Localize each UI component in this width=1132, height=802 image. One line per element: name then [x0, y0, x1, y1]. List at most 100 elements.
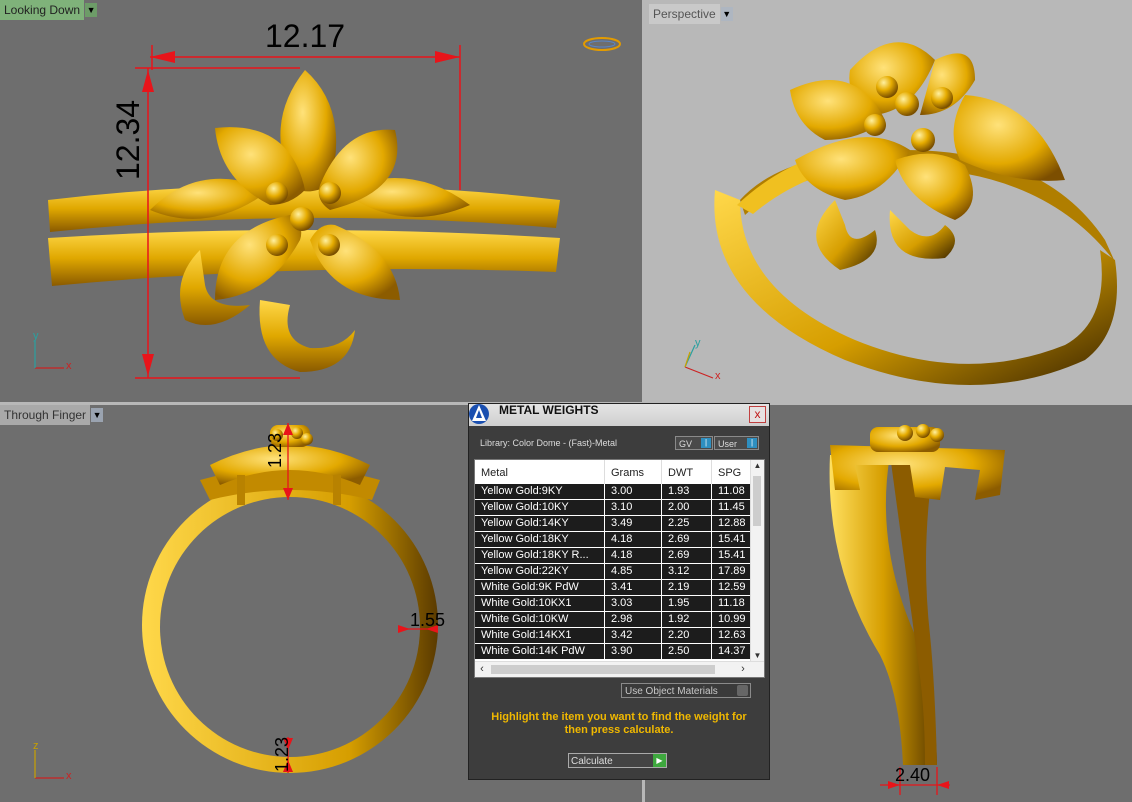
- play-icon: ▶: [653, 754, 666, 767]
- dim-height-text: 12.34: [110, 99, 146, 180]
- table-row[interactable]: White Gold:14KX1 3.42 2.20 12.63: [475, 628, 750, 643]
- cell-dwt: 1.92: [662, 612, 711, 627]
- checkbox-icon[interactable]: [737, 685, 748, 696]
- cell-spg: 11.08: [712, 484, 750, 499]
- cell-grams: 3.03: [605, 596, 661, 611]
- dialog-title: METAL WEIGHTS: [499, 403, 599, 417]
- scroll-right-icon[interactable]: ›: [736, 662, 750, 677]
- scroll-left-icon[interactable]: ‹: [475, 662, 489, 677]
- view-label: Through Finger: [0, 405, 91, 425]
- cell-dwt: 2.69: [662, 532, 711, 547]
- axis-x-label: x: [715, 370, 721, 382]
- cell-spg: 15.41: [712, 532, 750, 547]
- view-label: Perspective: [649, 4, 720, 24]
- column-header-metal[interactable]: Metal: [481, 467, 508, 479]
- cell-grams: 3.10: [605, 500, 661, 515]
- scroll-thumb[interactable]: [491, 665, 715, 674]
- cell-spg: 11.45: [712, 500, 750, 515]
- cell-metal: White Gold:14KX1: [475, 628, 604, 643]
- axis-x-label: x: [66, 770, 72, 782]
- dim-shank-text: 1.55: [410, 610, 446, 630]
- gv-toggle-label: GV: [679, 439, 693, 449]
- cell-metal: Yellow Gold:18KY R...: [475, 548, 604, 563]
- cell-grams: 4.18: [605, 532, 661, 547]
- cell-grams: 3.49: [605, 516, 661, 531]
- toggle-on-icon: |: [747, 438, 757, 448]
- dim-width-text: 12.17: [265, 18, 346, 54]
- cell-spg: 17.89: [712, 564, 750, 579]
- chevron-down-icon[interactable]: ▼: [85, 3, 98, 17]
- user-toggle[interactable]: User |: [714, 436, 759, 450]
- cell-spg: 12.59: [712, 580, 750, 595]
- view-selector-looking-down[interactable]: Looking Down ▼: [0, 0, 98, 20]
- calculate-button[interactable]: Calculate ▶: [568, 753, 667, 768]
- table-row[interactable]: White Gold:14K PdW 3.90 2.50 14.37: [475, 644, 750, 659]
- table-row[interactable]: Yellow Gold:18KY 4.18 2.69 15.41: [475, 532, 750, 547]
- cell-spg: 15.41: [712, 548, 750, 563]
- chevron-down-icon[interactable]: ▼: [91, 408, 104, 422]
- axis-y-label: y: [695, 337, 701, 349]
- close-button[interactable]: x: [749, 406, 766, 423]
- cell-dwt: 3.12: [662, 564, 711, 579]
- cell-dwt: 1.95: [662, 596, 711, 611]
- dialog-title-bar[interactable]: METAL WEIGHTS x: [469, 404, 769, 426]
- column-header-spg[interactable]: SPG: [718, 467, 741, 479]
- use-object-materials-label: Use Object Materials: [625, 686, 718, 697]
- table-row[interactable]: Yellow Gold:9KY 3.00 1.93 11.08: [475, 484, 750, 499]
- dim-bottom-text: 1.23: [272, 736, 292, 772]
- cell-grams: 3.42: [605, 628, 661, 643]
- gv-toggle[interactable]: GV |: [675, 436, 713, 450]
- ring-top-view: [34, 37, 621, 379]
- app-logo-icon: [469, 404, 489, 424]
- cell-dwt: 1.93: [662, 484, 711, 499]
- metal-weights-table[interactable]: Metal Grams DWT SPG Yellow Gold:9KY 3.00 1…: [474, 459, 765, 678]
- view-label: Looking Down: [0, 0, 85, 20]
- cell-dwt: 2.00: [662, 500, 711, 515]
- column-header-grams[interactable]: Grams: [611, 467, 644, 479]
- vertical-scrollbar[interactable]: ▲ ▼: [750, 460, 764, 662]
- instruction-text: Highlight the item you want to find the …: [491, 711, 747, 736]
- scroll-thumb[interactable]: [753, 476, 761, 526]
- cell-metal: White Gold:10KX1: [475, 596, 604, 611]
- horizontal-scrollbar[interactable]: ‹ ›: [475, 661, 764, 677]
- viewport-looking-down[interactable]: 12.17 12.34 x y Looking Down ▼: [0, 0, 642, 402]
- cell-metal: Yellow Gold:9KY: [475, 484, 604, 499]
- table-row[interactable]: Yellow Gold:22KY 4.85 3.12 17.89: [475, 564, 750, 579]
- cell-metal: Yellow Gold:22KY: [475, 564, 604, 579]
- table-row[interactable]: Yellow Gold:18KY R... 4.18 2.69 15.41: [475, 548, 750, 563]
- cell-spg: 14.37: [712, 644, 750, 659]
- ring-perspective-view: [684, 42, 1117, 385]
- view-selector-perspective[interactable]: Perspective ▼: [649, 4, 733, 24]
- calculate-label: Calculate: [571, 756, 613, 767]
- cell-dwt: 2.19: [662, 580, 711, 595]
- cell-grams: 3.41: [605, 580, 661, 595]
- axis-y-label: y: [33, 330, 39, 342]
- scroll-up-icon[interactable]: ▲: [751, 460, 764, 472]
- table-row[interactable]: Yellow Gold:14KY 3.49 2.25 12.88: [475, 516, 750, 531]
- column-header-dwt[interactable]: DWT: [668, 467, 693, 479]
- cell-spg: 10.99: [712, 612, 750, 627]
- cell-metal: White Gold:14K PdW: [475, 644, 604, 659]
- axis-x-label: x: [66, 360, 72, 372]
- cell-spg: 11.18: [712, 596, 750, 611]
- table-row[interactable]: White Gold:10KX1 3.03 1.95 11.18: [475, 596, 750, 611]
- cell-dwt: 2.69: [662, 548, 711, 563]
- table-row[interactable]: White Gold:9K PdW 3.41 2.19 12.59: [475, 580, 750, 595]
- axis-z-label: z: [33, 740, 39, 752]
- cell-metal: White Gold:9K PdW: [475, 580, 604, 595]
- view-selector-through-finger[interactable]: Through Finger ▼: [0, 405, 104, 425]
- cell-dwt: 2.20: [662, 628, 711, 643]
- table-row[interactable]: Yellow Gold:10KY 3.10 2.00 11.45: [475, 500, 750, 515]
- table-header: Metal Grams DWT SPG: [475, 460, 764, 484]
- viewport-perspective[interactable]: x y Perspective ▼: [645, 0, 1132, 402]
- cell-grams: 4.85: [605, 564, 661, 579]
- cell-grams: 4.18: [605, 548, 661, 563]
- use-object-materials-checkbox[interactable]: Use Object Materials: [621, 683, 751, 698]
- cell-spg: 12.88: [712, 516, 750, 531]
- cell-metal: Yellow Gold:10KY: [475, 500, 604, 515]
- table-row[interactable]: White Gold:10KW 2.98 1.92 10.99: [475, 612, 750, 627]
- cell-metal: White Gold:10KW: [475, 612, 604, 627]
- metal-weights-dialog: METAL WEIGHTS x Library: Color Dome - (F…: [468, 403, 770, 780]
- chevron-down-icon[interactable]: ▼: [720, 7, 733, 21]
- cell-metal: Yellow Gold:18KY: [475, 532, 604, 547]
